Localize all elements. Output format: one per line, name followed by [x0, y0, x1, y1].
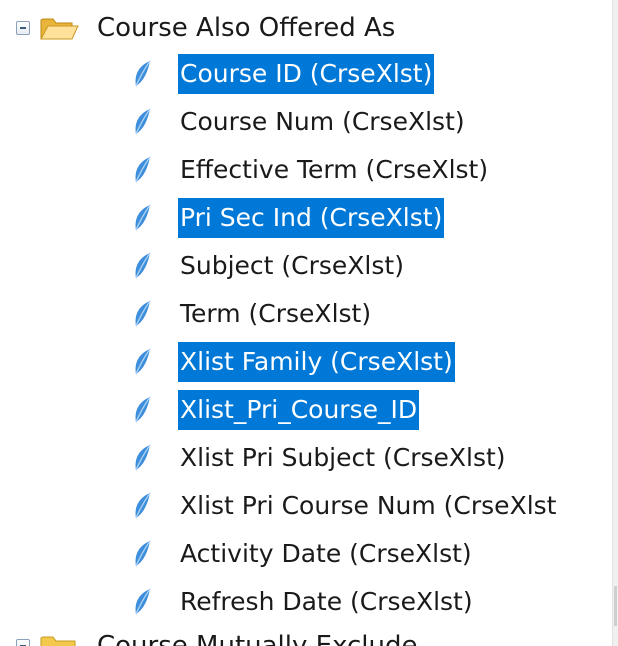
field-label: Pri Sec Ind (CrseXlst)	[178, 198, 445, 238]
folder-course-mutually-exclude[interactable]: Course Mutually Exclude	[16, 626, 418, 646]
folder-course-also-offered-as[interactable]: Course Also Offered As	[16, 8, 395, 48]
field-label: Refresh Date (CrseXlst)	[180, 587, 473, 616]
field-leaf-icon	[135, 396, 151, 423]
open-folder-icon	[40, 18, 79, 40]
field-label: Xlist Pri Course Num (CrseXlst	[180, 491, 557, 520]
folder-label: Course Also Offered As	[97, 13, 396, 43]
field-item[interactable]: Subject (CrseXlst)	[130, 246, 406, 286]
field-item[interactable]: Xlist Pri Course Num (CrseXlst	[130, 486, 558, 526]
field-item[interactable]: Activity Date (CrseXlst)	[130, 534, 474, 574]
field-label: Term (CrseXlst)	[180, 299, 372, 328]
field-label: Xlist Family (CrseXlst)	[178, 342, 455, 382]
field-item[interactable]: Effective Term (CrseXlst)	[130, 150, 490, 190]
field-item[interactable]: Term (CrseXlst)	[130, 294, 373, 334]
field-item[interactable]: Xlist Pri Subject (CrseXlst)	[130, 438, 508, 478]
collapse-toggle-icon[interactable]	[16, 21, 30, 35]
field-leaf-icon	[135, 156, 151, 183]
closed-folder-icon	[40, 636, 76, 646]
field-leaf-icon	[135, 492, 151, 519]
field-leaf-icon	[135, 108, 151, 135]
field-label: Activity Date (CrseXlst)	[180, 539, 472, 568]
field-item[interactable]: Pri Sec Ind (CrseXlst)	[130, 198, 445, 238]
field-tree: Course Also Offered As Course ID (CrseXl…	[0, 0, 612, 646]
scrollbar-thumb[interactable]	[614, 586, 617, 626]
field-item[interactable]: Xlist Family (CrseXlst)	[130, 342, 455, 382]
field-leaf-icon	[135, 204, 151, 231]
field-leaf-icon	[135, 540, 151, 567]
field-leaf-icon	[135, 444, 151, 471]
field-item[interactable]: Course ID (CrseXlst)	[130, 54, 435, 94]
expand-toggle-icon[interactable]	[16, 639, 30, 646]
vertical-scrollbar[interactable]	[612, 0, 618, 646]
field-item[interactable]: Xlist_Pri_Course_ID	[130, 390, 420, 430]
field-leaf-icon	[135, 300, 151, 327]
field-label: Xlist Pri Subject (CrseXlst)	[180, 443, 506, 472]
field-label: Subject (CrseXlst)	[180, 251, 404, 280]
field-leaf-icon	[135, 348, 151, 375]
field-label: Effective Term (CrseXlst)	[180, 155, 489, 184]
field-leaf-icon	[135, 252, 151, 279]
field-label: Course ID (CrseXlst)	[178, 54, 435, 94]
field-leaf-icon	[135, 60, 151, 87]
field-label: Xlist_Pri_Course_ID	[178, 390, 420, 430]
field-item[interactable]: Refresh Date (CrseXlst)	[130, 582, 475, 622]
field-label: Course Num (CrseXlst)	[180, 107, 465, 136]
folder-label: Course Mutually Exclude	[97, 631, 418, 646]
field-leaf-icon	[135, 588, 151, 615]
field-item[interactable]: Course Num (CrseXlst)	[130, 102, 467, 142]
